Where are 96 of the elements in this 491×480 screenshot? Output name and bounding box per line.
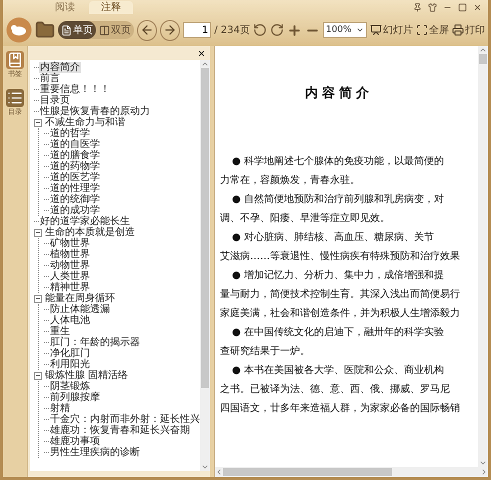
page-text-line: 四国语文，廿多年来造福人群，为家家必备的国际畅销 — [220, 402, 461, 416]
tab[interactable]: 阅读 — [43, 1, 87, 14]
toc-item[interactable]: 性腺是恢复青春的原动力 — [39, 106, 151, 117]
scrollbar[interactable] — [478, 46, 488, 467]
toc-item[interactable]: 道的统御学 — [49, 194, 101, 205]
slideshow-icon — [370, 24, 382, 36]
scroll-right-icon[interactable] — [480, 468, 488, 476]
view-mode-button[interactable]: 单页 — [58, 21, 96, 39]
page-input[interactable]: 1 — [183, 22, 212, 38]
toc-item[interactable]: 千金穴：内射而非外射：延长性兴 — [49, 414, 200, 425]
page-text-line: 量与耐力，简便技术控制生育。其深入浅出而简便易行 — [220, 288, 461, 302]
scroll-thumb[interactable] — [201, 68, 209, 388]
close-icon[interactable] — [473, 2, 482, 12]
print-button[interactable]: 打印 — [452, 23, 485, 37]
toc-item[interactable]: 道的性理学 — [49, 183, 101, 194]
page-text-line: 家庭美满，社会和谐创造条件，并为积极人生增添毅力 — [220, 306, 461, 321]
logo-icon[interactable] — [6, 17, 32, 43]
toc-item[interactable]: 好的道学家必能长生 — [39, 216, 131, 227]
toc-item[interactable]: 男性生理疾病的诊断 — [49, 447, 141, 458]
two-page-icon — [99, 24, 110, 36]
back-button[interactable] — [137, 20, 158, 40]
toc-item[interactable]: 不减生命力与和谐 — [44, 117, 126, 128]
toc-item[interactable]: 利用阳光 — [49, 359, 91, 370]
toc-item[interactable]: 生命的本质就是创造 — [44, 227, 136, 238]
page-text-line: 查研究结果于一炉。 — [220, 344, 311, 359]
page-text-line: ● 自然简便地预防和治疗前列腺和乳房病变，对 — [231, 192, 445, 207]
list-icon — [6, 89, 24, 107]
toc-item[interactable]: 射精 — [49, 403, 71, 414]
toc-item[interactable]: 前言 — [39, 73, 61, 84]
collapse-icon[interactable] — [34, 372, 42, 380]
rotate-right-icon[interactable] — [270, 23, 284, 37]
page-text-line: ● 科学地阐述七个腺体的免疫功能，以最简便的 — [231, 154, 445, 169]
toc-item[interactable]: 道的哲学 — [49, 128, 91, 139]
scroll-down-icon[interactable] — [201, 463, 209, 471]
page-icon — [61, 24, 72, 36]
toc-item[interactable]: 重要信息！！！ — [39, 84, 111, 95]
toc-item[interactable]: 动物世界 — [49, 260, 91, 271]
view-mode-button[interactable]: 双页 — [96, 21, 134, 39]
toc-item[interactable]: 精神世界 — [49, 282, 91, 293]
pin-icon[interactable] — [413, 2, 422, 12]
scroll-up-icon[interactable] — [479, 46, 487, 54]
maximize-icon[interactable] — [458, 2, 467, 12]
collapse-icon[interactable] — [34, 294, 42, 302]
toc-item[interactable]: 植物世界 — [49, 249, 91, 260]
scroll-up-icon[interactable] — [201, 60, 209, 68]
toc-item[interactable]: 肛门：年龄的揭示器 — [49, 337, 141, 348]
page-text-line: ● 本书在美国被各大学、医院和公众、商业机构 — [231, 364, 445, 378]
slideshow-button[interactable]: 幻灯片 — [370, 23, 413, 37]
toc-item[interactable]: 目录页 — [39, 95, 71, 106]
toc-item[interactable]: 道的膳食学 — [49, 150, 101, 161]
page-text-line: 力常在，容颜焕发，青春永驻。 — [220, 174, 361, 188]
horizontal-scrollbar[interactable] — [215, 467, 488, 477]
fullscreen-icon — [416, 24, 428, 36]
toc-item[interactable]: 防止体能透漏 — [49, 304, 111, 315]
skin-icon[interactable] — [428, 2, 437, 12]
tab[interactable]: 注释 — [89, 1, 133, 14]
scroll-down-icon[interactable] — [479, 459, 487, 467]
page-text-line: ● 对心脏病、肺结核、高血压、糖尿病、关节 — [231, 230, 435, 245]
toc-item[interactable]: 锻炼性腺 固精活络 — [44, 370, 130, 381]
toc-item[interactable]: 阴茎锻炼 — [49, 381, 91, 392]
toc-item[interactable]: 能量在周身循环 — [44, 293, 116, 304]
collapse-icon[interactable] — [34, 228, 42, 236]
bookmark-icon — [6, 51, 24, 69]
toc-item[interactable]: 雄鹿功：恢复青春和延长兴奋期 — [49, 425, 191, 436]
page-total: / 234页 — [214, 24, 250, 37]
page-text-line: 调、不孕、阳痿、早泄等症立即见效。 — [220, 212, 391, 226]
page-text-line: ● 增加记忆力、分析力、集中力，成倍增强和提 — [231, 268, 445, 283]
toc-item[interactable]: 道的自医学 — [49, 139, 101, 150]
toc-item[interactable]: 内容简介 — [39, 62, 81, 73]
toc-item[interactable]: 雄鹿功事项 — [49, 436, 101, 447]
toc-item[interactable]: 前列腺按摩 — [49, 392, 101, 403]
print-icon — [452, 24, 464, 36]
zoom-select[interactable]: 100% — [322, 22, 367, 38]
collapse-icon[interactable] — [34, 118, 42, 126]
toc-item[interactable]: 净化肛门 — [49, 348, 91, 359]
close-icon[interactable] — [197, 48, 206, 58]
page-text-line: 艾滋病……等衰退性、慢性病疾有特殊预防和治疗效果 — [220, 250, 461, 264]
toc-item[interactable]: 道的成功学 — [49, 205, 101, 216]
page-text-line: 之书。已被译为法、德、意、西、俄、挪威、罗马尼 — [220, 382, 451, 397]
rotate-left-icon[interactable] — [252, 23, 267, 37]
folder-icon[interactable] — [35, 20, 55, 40]
toc-item[interactable]: 人体电池 — [49, 315, 91, 326]
fullscreen-button[interactable]: 全屏 — [416, 23, 449, 37]
toc-item[interactable]: 矿物世界 — [49, 238, 91, 249]
page-title: 内容简介 — [304, 84, 374, 102]
toc-item[interactable]: 重生 — [49, 326, 71, 337]
forward-button[interactable] — [160, 20, 180, 40]
scroll-left-icon[interactable] — [215, 468, 223, 476]
toc-item[interactable]: 道的药物学 — [49, 161, 101, 172]
page-text-line: ● 在中国传统文化的启迪下，融卅年的科学实验 — [231, 326, 445, 340]
scrollbar[interactable] — [200, 60, 210, 471]
toc-item[interactable]: 人类世界 — [49, 271, 91, 282]
scroll-thumb[interactable] — [479, 54, 487, 64]
zoom-in-icon[interactable] — [286, 22, 302, 38]
caret-icon — [356, 26, 364, 34]
toc-item[interactable]: 道的医艺学 — [49, 172, 101, 183]
